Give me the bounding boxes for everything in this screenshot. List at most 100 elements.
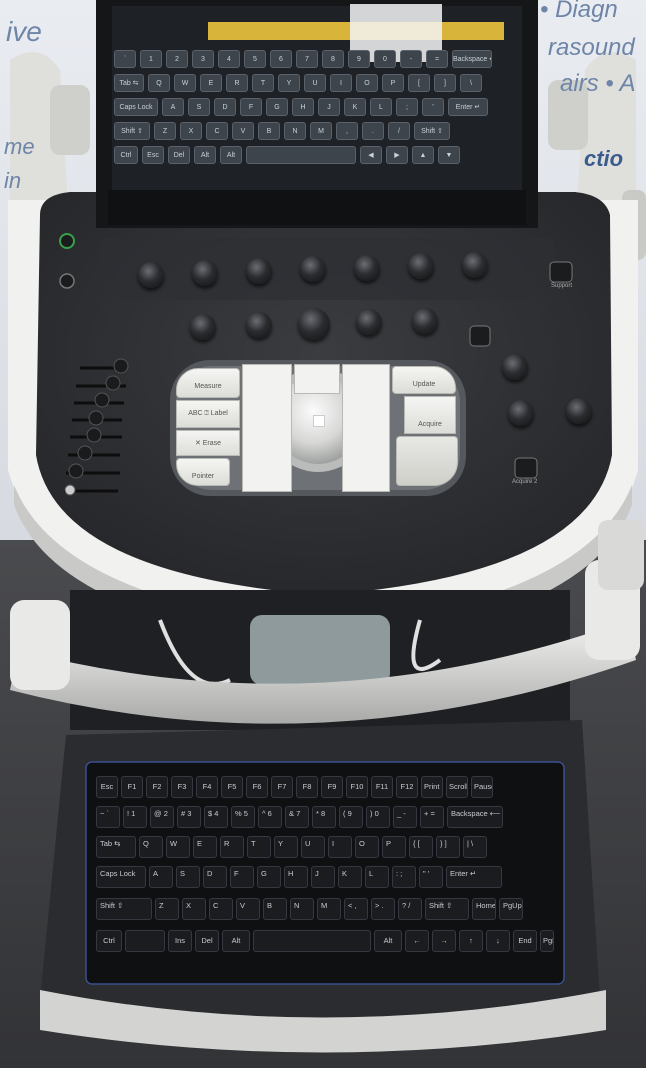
keyboard-key[interactable]: [125, 930, 165, 952]
screen-key[interactable]: 1: [140, 50, 162, 68]
trackball[interactable]: [274, 376, 362, 464]
screen-key[interactable]: V: [232, 122, 254, 140]
pointer-button[interactable]: Pointer: [176, 458, 230, 486]
keyboard-key[interactable]: { [: [409, 836, 433, 858]
keyboard-key[interactable]: F12: [396, 776, 418, 798]
keyboard-key[interactable]: X: [182, 898, 206, 920]
keyboard-key[interactable]: F1: [121, 776, 143, 798]
keyboard-key[interactable]: + =: [420, 806, 444, 828]
keyboard-key[interactable]: G: [257, 866, 281, 888]
gain-knob-1[interactable]: [138, 262, 164, 288]
mode-knob-2[interactable]: [246, 312, 272, 338]
keyboard-key[interactable]: Esc: [96, 776, 118, 798]
keyboard-key[interactable]: S: [176, 866, 200, 888]
screen-key[interactable]: 7: [296, 50, 318, 68]
screen-key[interactable]: Ctrl: [114, 146, 138, 164]
screen-key[interactable]: 5: [244, 50, 266, 68]
keyboard-key[interactable]: PgUp: [499, 898, 523, 920]
keyboard-key[interactable]: Shift ⇧: [425, 898, 469, 920]
keyboard-key[interactable]: End: [513, 930, 537, 952]
keyboard-key[interactable]: _ -: [393, 806, 417, 828]
screen-key[interactable]: ▼: [438, 146, 460, 164]
keyboard-key[interactable]: F5: [221, 776, 243, 798]
keyboard-key[interactable]: Shift ⇧: [96, 898, 152, 920]
screen-key[interactable]: Enter ↵: [448, 98, 488, 116]
screen-key[interactable]: Y: [278, 74, 300, 92]
keyboard-key[interactable]: M: [317, 898, 341, 920]
main-gain-knob[interactable]: [298, 308, 330, 340]
screen-key[interactable]: Shift ⇧: [114, 122, 150, 140]
keyboard-key[interactable]: % 5: [231, 806, 255, 828]
keyboard-key[interactable]: →: [432, 930, 456, 952]
keyboard-key[interactable]: > .: [371, 898, 395, 920]
screen-key[interactable]: ▶: [386, 146, 408, 164]
keyboard-key[interactable]: @ 2: [150, 806, 174, 828]
keyboard-key[interactable]: E: [193, 836, 217, 858]
keyboard-key[interactable]: Ins: [168, 930, 192, 952]
keyboard-key[interactable]: ? /: [398, 898, 422, 920]
keyboard-key[interactable]: J: [311, 866, 335, 888]
screen-key[interactable]: K: [344, 98, 366, 116]
screen-key[interactable]: ▲: [412, 146, 434, 164]
screen-key[interactable]: Z: [154, 122, 176, 140]
screen-key[interactable]: 3: [192, 50, 214, 68]
keyboard-key[interactable]: Enter ↵: [446, 866, 502, 888]
keyboard-key[interactable]: O: [355, 836, 379, 858]
keyboard-key[interactable]: ↑: [459, 930, 483, 952]
keyboard-key[interactable]: ( 9: [339, 806, 363, 828]
screen-key[interactable]: 6: [270, 50, 292, 68]
keyboard-key[interactable]: Pause: [471, 776, 493, 798]
keyboard-key[interactable]: R: [220, 836, 244, 858]
keyboard-key[interactable]: F9: [321, 776, 343, 798]
screen-key[interactable]: P: [382, 74, 404, 92]
keyboard-key[interactable]: F7: [271, 776, 293, 798]
screen-key[interactable]: R: [226, 74, 248, 92]
keyboard-key[interactable]: : ;: [392, 866, 416, 888]
screen-key[interactable]: E: [200, 74, 222, 92]
keyboard-key[interactable]: T: [247, 836, 271, 858]
keyboard-key[interactable]: Tab ⇆: [96, 836, 136, 858]
screen-key[interactable]: X: [180, 122, 202, 140]
screen-key[interactable]: Tab ⇆: [114, 74, 144, 92]
label-button[interactable]: ABC ⍰ Label: [176, 400, 240, 428]
screen-key[interactable]: N: [284, 122, 306, 140]
screen-key[interactable]: [: [408, 74, 430, 92]
keyboard-key[interactable]: ~ `: [96, 806, 120, 828]
keyboard-key[interactable]: F8: [296, 776, 318, 798]
keyboard-key[interactable]: ←: [405, 930, 429, 952]
screen-key[interactable]: ': [422, 98, 444, 116]
keyboard-key[interactable]: B: [263, 898, 287, 920]
depth-knob[interactable]: [502, 354, 528, 380]
gain-knob-3[interactable]: [246, 258, 272, 284]
keyboard-key[interactable]: Ctrl: [96, 930, 122, 952]
keyboard-key[interactable]: K: [338, 866, 362, 888]
gain-knob-5[interactable]: [354, 255, 380, 281]
screen-key[interactable]: 0: [374, 50, 396, 68]
keyboard-key[interactable]: F: [230, 866, 254, 888]
keyboard-key[interactable]: F4: [196, 776, 218, 798]
keyboard-key[interactable]: Y: [274, 836, 298, 858]
keyboard-key[interactable]: ^ 6: [258, 806, 282, 828]
screen-key[interactable]: L: [370, 98, 392, 116]
screen-key[interactable]: Backspace ⟵: [452, 50, 492, 68]
keyboard-key[interactable]: F2: [146, 776, 168, 798]
keyboard-key[interactable]: PgDn: [540, 930, 554, 952]
keyboard-key[interactable]: Backspace ⟵: [447, 806, 503, 828]
freeze-button[interactable]: [396, 436, 458, 486]
screen-key[interactable]: U: [304, 74, 326, 92]
screen-key[interactable]: ,: [336, 122, 358, 140]
zoom-knob[interactable]: [508, 400, 534, 426]
keyboard-key[interactable]: C: [209, 898, 233, 920]
screen-key[interactable]: \: [460, 74, 482, 92]
screen-key[interactable]: O: [356, 74, 378, 92]
keyboard-key[interactable]: N: [290, 898, 314, 920]
gain-knob-6[interactable]: [408, 253, 434, 279]
screen-key[interactable]: T: [252, 74, 274, 92]
keyboard-key[interactable]: | \: [463, 836, 487, 858]
screen-key[interactable]: 4: [218, 50, 240, 68]
erase-button[interactable]: ✕ Erase: [176, 430, 240, 456]
mode-knob-3[interactable]: [356, 309, 382, 335]
screen-key[interactable]: .: [362, 122, 384, 140]
focus-knob[interactable]: [566, 398, 592, 424]
screen-key[interactable]: Alt: [194, 146, 216, 164]
